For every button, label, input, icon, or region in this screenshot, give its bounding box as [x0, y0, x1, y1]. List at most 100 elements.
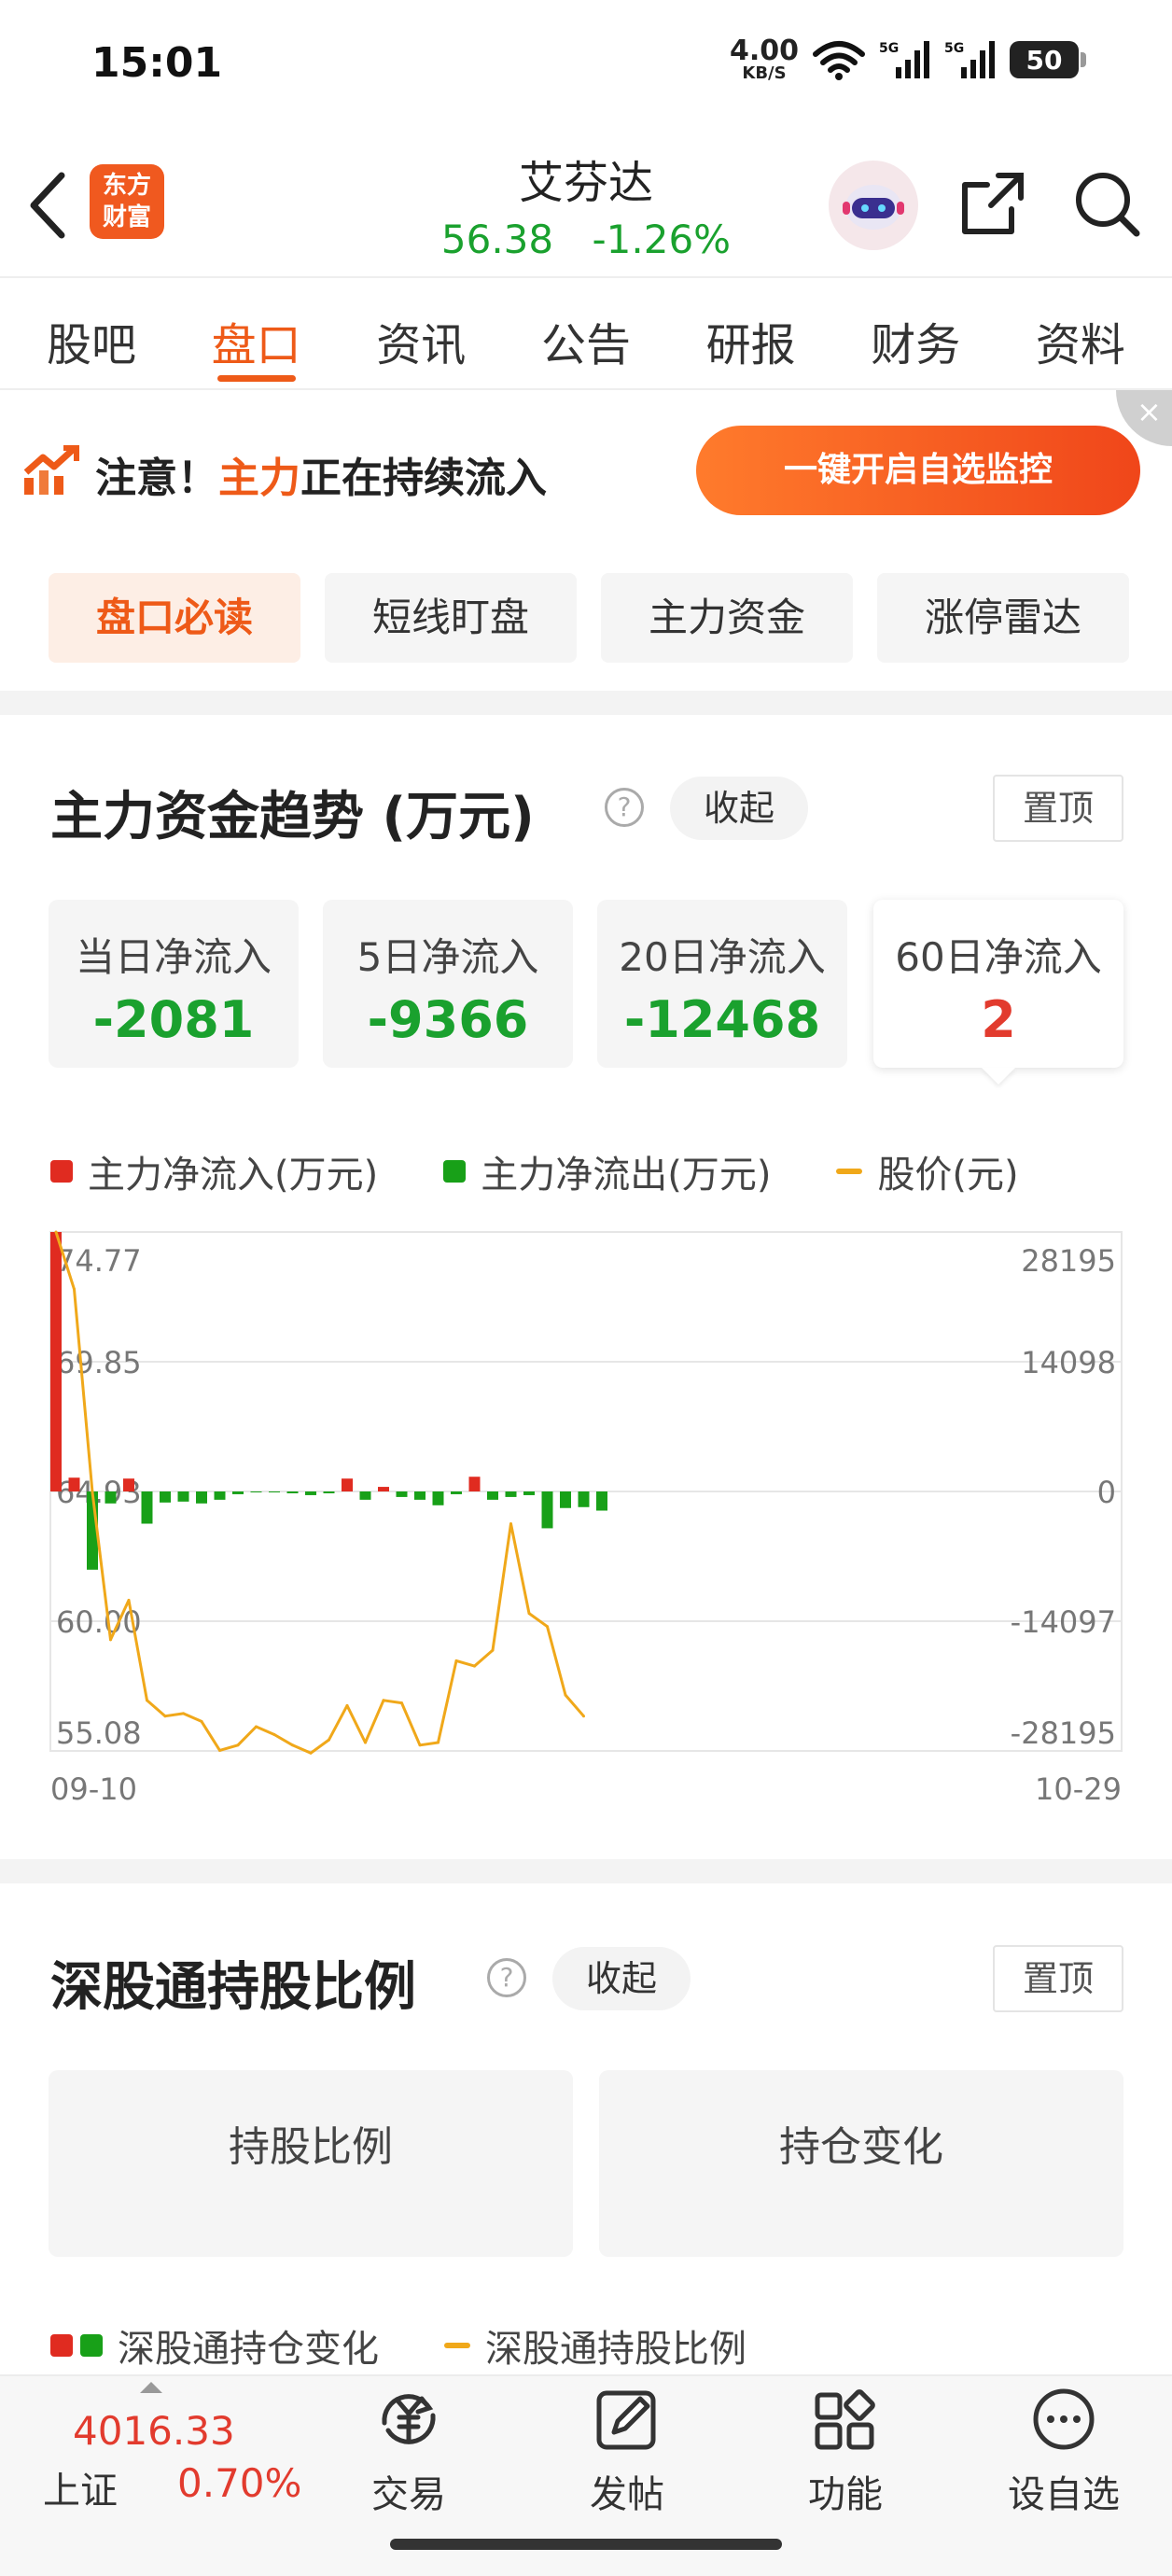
card-label: 5日净流入 [356, 934, 539, 980]
help-icon[interactable]: ? [605, 788, 644, 827]
price-point [437, 1741, 440, 1744]
subtab-limit-up-radar[interactable]: 涨停雷达 [877, 573, 1129, 663]
tab-guba[interactable]: 股吧 [35, 278, 147, 388]
card-value: -12468 [623, 990, 821, 1049]
section-divider-2 [0, 1859, 1172, 1883]
signal-5g-icon: 5G [879, 41, 929, 78]
subtab-main-funds[interactable]: 主力资金 [601, 573, 853, 663]
price-point [91, 1491, 94, 1494]
card-label: 20日净流入 [619, 934, 826, 980]
home-indicator[interactable] [390, 2539, 782, 2550]
battery-icon: 50 [1010, 41, 1086, 78]
card-value: -9366 [367, 990, 529, 1049]
price-point [200, 1719, 203, 1723]
tab-profile[interactable]: 资料 [1025, 278, 1137, 388]
share-icon[interactable] [957, 168, 1028, 239]
hk-chart-legend: 深股通持仓变化 深股通持股比例 [50, 2318, 812, 2373]
index-expand-icon[interactable] [140, 2382, 162, 2393]
outflow-bar [141, 1491, 153, 1524]
net-inflow-card-60d[interactable]: 60日净流入 2 [873, 900, 1123, 1068]
outflow-bar [105, 1491, 117, 1504]
stock-change: -1.26% [592, 217, 732, 262]
legend-label: 主力净流入(万元) [88, 1154, 379, 1197]
outflow-bar [487, 1491, 498, 1500]
inflow-bar [123, 1478, 134, 1491]
outflow-bar [305, 1491, 316, 1495]
price-point [454, 1659, 458, 1662]
nav-trade[interactable]: 交易 [334, 2386, 483, 2518]
price-point [491, 1648, 495, 1652]
index-change[interactable]: 0.70% [177, 2460, 301, 2506]
net-inflow-card-1d[interactable]: 当日净流入 -2081 [49, 900, 299, 1068]
price-point [364, 1741, 367, 1744]
collapse-button-2[interactable]: 收起 [552, 1947, 691, 2010]
collapse-button[interactable]: 收起 [670, 777, 809, 840]
tab-news[interactable]: 资讯 [365, 278, 477, 388]
price-point [582, 1715, 585, 1718]
signal-5g-icon-2: 5G [944, 41, 995, 78]
subtab-short-term[interactable]: 短线盯盘 [325, 573, 577, 663]
net-inflow-card-20d[interactable]: 20日净流入 -12468 [597, 900, 847, 1068]
price-point [255, 1725, 258, 1729]
svg-text:5G: 5G [944, 41, 964, 56]
price-point [218, 1748, 221, 1752]
y-axis-tick-left: 60.00 [56, 1604, 142, 1640]
outflow-bar [523, 1491, 535, 1495]
price-point [473, 1664, 476, 1668]
search-icon[interactable] [1071, 168, 1142, 239]
legend-holding-ratio: 深股通持股比例 [444, 2318, 746, 2373]
nav-post[interactable]: 发帖 [552, 2386, 702, 2518]
tab-finance[interactable]: 财务 [859, 278, 971, 388]
index-name[interactable]: 上证 [43, 2460, 118, 2514]
tab-announcements[interactable]: 公告 [530, 278, 642, 388]
net-inflow-card-5d[interactable]: 5日净流入 -9366 [323, 900, 573, 1068]
legend-swatch-green [443, 1160, 467, 1183]
legend-swatch-green [80, 2334, 103, 2357]
pin-to-top-button-2[interactable]: 置顶 [993, 1945, 1123, 2012]
price-point [54, 1230, 58, 1234]
price-point [182, 1712, 185, 1715]
nav-add-watchlist[interactable]: 设自选 [989, 2386, 1138, 2518]
y-axis-tick-right: 0 [1097, 1475, 1116, 1510]
stock-price: 56.38 [440, 217, 554, 262]
price-point [73, 1287, 76, 1291]
nav-functions[interactable]: 功能 [771, 2386, 920, 2518]
status-indicators: 4.00 KB/S 5G 5G 50 [730, 37, 1086, 82]
outflow-bar [396, 1491, 408, 1497]
price-point [109, 1638, 112, 1642]
pin-to-top-button[interactable]: 置顶 [993, 775, 1123, 842]
edit-icon [596, 2390, 656, 2450]
inflow-bar [378, 1487, 389, 1491]
tab-pankou[interactable]: 盘口 [201, 278, 313, 388]
ai-assistant-icon[interactable] [829, 161, 918, 250]
outflow-bar [286, 1491, 299, 1493]
enable-monitor-button[interactable]: 一键开启自选监控 [696, 426, 1140, 515]
card-value: 2 [981, 990, 1016, 1049]
legend-swatch-line [836, 1169, 863, 1174]
price-point [345, 1703, 349, 1707]
pankou-subtabs: 盘口必读 短线盯盘 主力资金 涨停雷达 [49, 573, 1129, 663]
subtab-must-read[interactable]: 盘口必读 [49, 573, 300, 663]
legend-label: 深股通持股比例 [485, 2328, 746, 2371]
outflow-bar [269, 1491, 280, 1492]
fund-trend-chart[interactable]: 74.77 2819569.85 1409864.93 060.00 -1409755.… [0, 1213, 1172, 1829]
x-axis-tick-end: 10-29 [1035, 1771, 1122, 1807]
price-point [236, 1743, 240, 1747]
holding-ratio-panel[interactable]: 持股比例 [49, 2070, 573, 2257]
fund-trend-title: 主力资金趋势 (万元) [50, 787, 535, 847]
stock-tabs: 股吧 盘口 资讯 公告 研报 财务 资料 [0, 276, 1172, 390]
price-point [127, 1598, 131, 1602]
outflow-bar [432, 1491, 444, 1505]
tab-research[interactable]: 研报 [695, 278, 807, 388]
y-axis-tick-right: 14098 [1021, 1345, 1116, 1380]
index-value[interactable]: 4016.33 [73, 2408, 235, 2454]
help-icon-2[interactable]: ? [487, 1958, 526, 1997]
alert-suffix: 正在持续流入 [300, 455, 547, 502]
net-speed: 4.00 KB/S [730, 37, 799, 82]
outflow-bar [451, 1491, 462, 1494]
grid-icon [815, 2389, 875, 2450]
y-axis-tick-left: 69.85 [56, 1345, 142, 1380]
fund-chart-legend: 主力净流入(万元) 主力净流出(万元) 股价(元) [50, 1144, 1084, 1198]
position-change-panel[interactable]: 持仓变化 [599, 2070, 1123, 2257]
y-axis-tick-right: -28195 [1011, 1715, 1116, 1751]
